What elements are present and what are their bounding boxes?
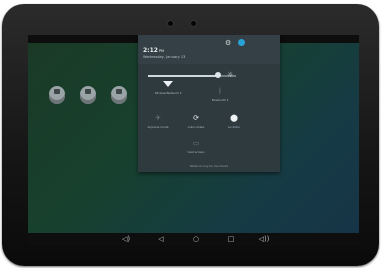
volume-down-button[interactable]: ◁) [119,233,133,246]
app-icon-1[interactable] [49,86,65,104]
front-camera [167,20,174,27]
tile-bluetooth[interactable]: ᛒ Bluetooth ▾ [200,87,240,102]
tile-wifi[interactable]: WirelessNetwork ▾ [148,81,188,95]
quick-settings-panel: 2:12PM Wednesday, January 13 ⚙ ☼ Wireles… [138,35,280,172]
tile-autorotate[interactable]: ⟳ Auto-rotate [176,114,216,129]
brightness-icon: ☼ [227,71,234,79]
recents-button[interactable]: □ [224,233,238,246]
location-icon: ⬤ [230,114,238,122]
quick-settings-header: 2:12PM Wednesday, January 13 ⚙ [138,35,280,64]
airplane-icon: ✈ [155,114,161,122]
user-avatar[interactable] [238,39,245,46]
back-button[interactable]: ◁ [154,233,168,246]
tile-cast[interactable]: ▭ Cast screen [176,139,216,154]
network-monitor-note: Network may be monitored [189,164,229,168]
wifi-icon [163,81,173,91]
rotate-icon: ⟳ [193,114,199,122]
brightness-slider-thumb[interactable] [215,72,221,78]
tile-airplane[interactable]: ✈ Airplane mode [138,114,178,129]
bluetooth-icon: ᛒ [217,87,223,95]
home-button[interactable]: ○ [189,233,203,246]
app-icon-3[interactable] [111,86,127,104]
clock: 2:12PM [143,47,165,54]
settings-gear-icon[interactable]: ⚙ [225,39,231,47]
cast-icon: ▭ [192,139,200,147]
tile-location[interactable]: ⬤ Location [214,114,254,129]
date-label: Wednesday, January 13 [143,55,186,59]
app-icon-2[interactable] [80,86,96,104]
volume-up-button[interactable]: ◁)) [257,233,271,246]
light-sensor [190,20,197,27]
screen: 2:12PM Wednesday, January 13 ⚙ ☼ Wireles… [28,35,359,246]
